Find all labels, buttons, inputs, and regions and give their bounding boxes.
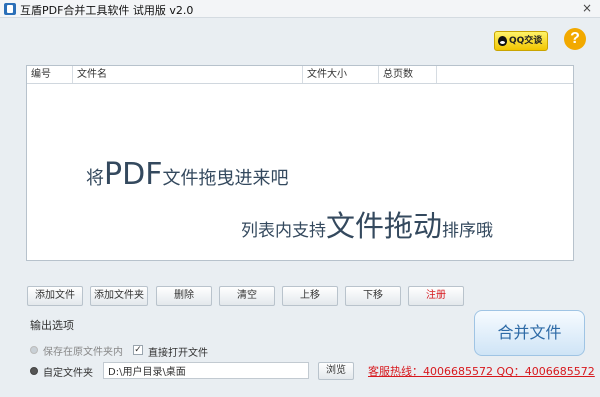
register-button[interactable]: 注册 [408,286,464,306]
hint-emphasis: 文件拖动 [326,209,443,243]
browse-button[interactable]: 浏览 [318,362,354,380]
delete-button[interactable]: 删除 [156,286,212,306]
open-file-label: 直接打开文件 [148,348,208,359]
qq-chat-button[interactable]: QQ交谈 [494,31,548,51]
open-file-checkbox[interactable]: ✓ [133,345,143,355]
qq-penguin-icon [498,36,507,46]
table-header: 编号 文件名 文件大小 总页数 [27,66,573,84]
add-folder-button[interactable]: 添加文件夹 [90,286,148,306]
column-header-pages[interactable]: 总页数 [379,66,437,83]
add-file-button[interactable]: 添加文件 [27,286,83,306]
drop-hint-line2: 列表内支持文件拖动排序哦 [241,203,493,245]
clear-button[interactable]: 清空 [219,286,275,306]
header-bar: QQ交谈 ? [0,18,600,58]
column-header-filename[interactable]: 文件名 [73,66,303,83]
title-bar: 互盾PDF合并工具软件 试用版 v2.0 × [0,0,600,18]
help-icon[interactable]: ? [564,28,586,50]
column-header-index[interactable]: 编号 [27,66,73,83]
custom-folder-label: 自定文件夹 [43,368,93,379]
hint-text: 排序哦 [442,221,494,241]
drop-hint-line1: 将PDF文件拖曳进来吧 [86,157,288,192]
app-icon [4,3,16,15]
output-options-title: 输出选项 [30,319,74,332]
hint-text: 将 [86,168,104,189]
qq-chat-label: QQ交谈 [509,36,543,46]
hint-text: 列表内支持 [241,221,326,241]
column-header-filesize[interactable]: 文件大小 [303,66,379,83]
support-hotline-link[interactable]: 客服热线：4006685572 QQ：4006685572 [368,363,595,379]
move-up-button[interactable]: 上移 [282,286,338,306]
output-path-input[interactable] [103,362,309,379]
save-original-label: 保存在原文件夹内 [43,347,123,358]
window-title: 互盾PDF合并工具软件 试用版 v2.0 [20,4,194,17]
move-down-button[interactable]: 下移 [345,286,401,306]
hint-text: 文件拖曳进来吧 [162,168,289,189]
close-button[interactable]: × [578,0,596,16]
hint-emphasis: PDF [104,157,163,192]
file-list-table[interactable]: 编号 文件名 文件大小 总页数 将PDF文件拖曳进来吧 列表内支持文件拖动排序哦 [26,65,574,261]
merge-files-button[interactable]: 合并文件 [474,310,585,356]
custom-folder-radio[interactable] [30,367,38,375]
save-original-radio[interactable] [30,346,38,354]
